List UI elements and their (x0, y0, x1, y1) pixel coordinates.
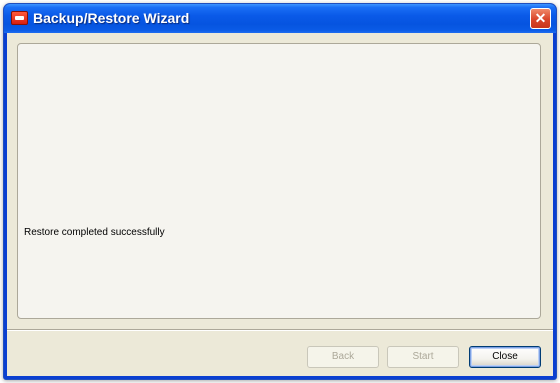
close-icon[interactable]: ✕ (530, 8, 551, 29)
close-button[interactable]: Close (469, 346, 541, 368)
content-panel: Restore completed successfully (17, 43, 541, 319)
button-separator (7, 329, 553, 331)
start-button[interactable]: Start (387, 346, 459, 368)
wizard-client-area: Restore completed successfully Back Star… (7, 33, 553, 376)
app-icon (11, 11, 28, 25)
window-title: Backup/Restore Wizard (33, 10, 190, 26)
wizard-window: Backup/Restore Wizard ✕ Restore complete… (3, 3, 557, 380)
back-button[interactable]: Back (307, 346, 379, 368)
status-message: Restore completed successfully (24, 227, 165, 238)
title-bar[interactable]: Backup/Restore Wizard ✕ (4, 4, 556, 33)
